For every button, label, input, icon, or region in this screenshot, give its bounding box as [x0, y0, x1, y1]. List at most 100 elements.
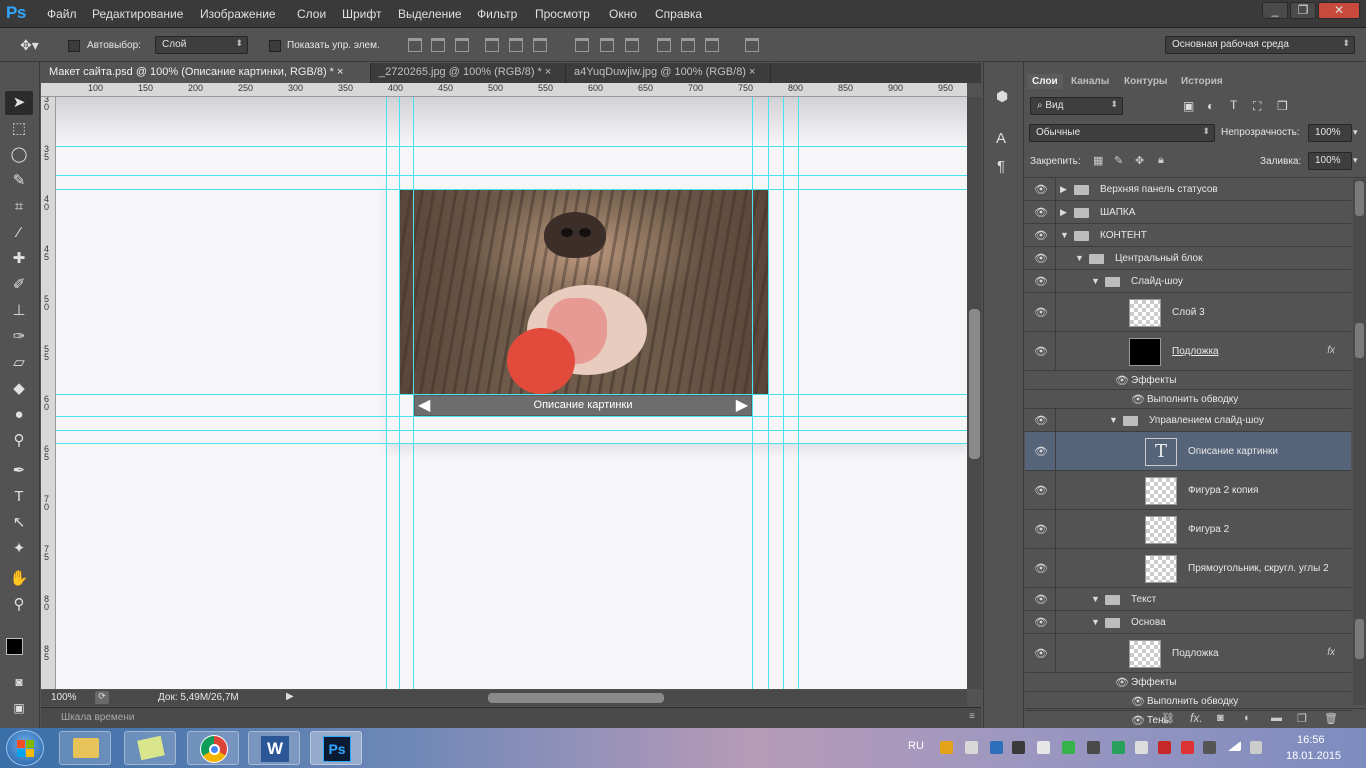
shape-tool-icon[interactable]: ✦ — [5, 537, 33, 561]
show-controls-checkbox[interactable] — [269, 40, 281, 52]
new-layer-icon[interactable]: ❐ — [1297, 712, 1307, 725]
eraser-tool-icon[interactable]: ▱ — [5, 351, 33, 375]
tray-security-icon[interactable] — [1112, 741, 1125, 754]
align-hcenter-icon[interactable] — [509, 38, 523, 52]
export-icon[interactable]: ⟳ — [95, 691, 109, 704]
hand-tool-icon[interactable]: ✋ — [5, 567, 33, 591]
close-icon[interactable]: × — [749, 66, 755, 78]
menu-type[interactable]: Шрифт — [342, 7, 381, 21]
scroll-thumb[interactable] — [1355, 323, 1364, 358]
eye-icon[interactable]: 👁︎ — [1034, 562, 1048, 575]
zoom-tool-icon[interactable]: ⚲ — [5, 593, 33, 617]
filter-pixel-icon[interactable]: ▣ — [1183, 99, 1194, 113]
blur-tool-icon[interactable]: ● — [5, 403, 33, 427]
volume-icon[interactable] — [1250, 741, 1262, 754]
layer-group-row[interactable]: 👁︎ ▼ Текст — [1025, 588, 1351, 611]
caption-bar[interactable]: ◀ Описание картинки ▶ — [414, 395, 752, 416]
effect-eye-icon[interactable]: 👁︎ — [1115, 374, 1129, 387]
filter-smart-icon[interactable]: ❐ — [1277, 99, 1288, 113]
tray-app-icon[interactable] — [965, 741, 978, 754]
eye-icon[interactable]: 👁︎ — [1034, 593, 1048, 606]
scroll-thumb[interactable] — [1355, 619, 1364, 659]
signal-icon[interactable] — [1228, 741, 1241, 751]
minimize-button[interactable]: _ — [1262, 2, 1288, 19]
opacity-input[interactable]: 100% — [1308, 124, 1352, 142]
eye-icon[interactable]: 👁︎ — [1034, 183, 1048, 196]
close-icon[interactable]: × — [545, 66, 551, 78]
tab-history[interactable]: История — [1176, 74, 1228, 89]
healing-tool-icon[interactable]: ✚ — [5, 247, 33, 271]
layer-group-row[interactable]: 👁︎ ▼ КОНТЕНТ — [1025, 224, 1351, 247]
taskbar-explorer[interactable] — [59, 731, 111, 765]
eye-icon[interactable]: 👁︎ — [1034, 445, 1048, 458]
taskbar-photoshop[interactable]: Ps — [310, 731, 362, 765]
align-vcenter-icon[interactable] — [431, 38, 445, 52]
layer-effect-row[interactable]: 👁︎ Эффекты — [1025, 673, 1351, 692]
eye-icon[interactable]: 👁︎ — [1034, 616, 1048, 629]
filter-shape-icon[interactable]: ⛶ — [1253, 99, 1261, 114]
layer-fx-icon[interactable]: fx — [1327, 647, 1335, 658]
clock-date[interactable]: 18.01.2015 — [1286, 750, 1341, 762]
zoom-level[interactable]: 100% — [51, 692, 77, 703]
scroll-thumb[interactable] — [488, 693, 664, 703]
brush-tool-icon[interactable]: ✐ — [5, 273, 33, 297]
type-tool-icon[interactable]: T — [5, 485, 33, 509]
distribute-bottom-icon[interactable] — [625, 38, 639, 52]
move-tool-icon[interactable]: ➤ — [5, 91, 33, 115]
layer-row[interactable]: 👁︎ T Описание картинки — [1025, 432, 1351, 471]
tab-a4yuq[interactable]: a4YuqDuwjiw.jpg @ 100% (RGB/8) × — [566, 63, 771, 83]
expand-triangle-icon[interactable]: ▶ — [1060, 207, 1067, 218]
distribute-top-icon[interactable] — [575, 38, 589, 52]
foreground-color-swatch[interactable] — [6, 638, 23, 655]
fill-arrow-icon[interactable]: ▾ — [1353, 155, 1358, 166]
marquee-tool-icon[interactable]: ⬚ — [5, 117, 33, 141]
tray-green-icon[interactable] — [1062, 741, 1075, 754]
layer-group-row[interactable]: 👁︎ ▼ Слайд-шоу — [1025, 270, 1351, 293]
taskbar-app[interactable] — [124, 731, 176, 765]
path-select-tool-icon[interactable]: ↖ — [5, 511, 33, 535]
eye-icon[interactable]: 👁︎ — [1034, 414, 1048, 427]
autoselect-checkbox[interactable] — [68, 40, 80, 52]
quick-select-tool-icon[interactable]: ✎ — [5, 169, 33, 193]
align-right-icon[interactable] — [533, 38, 547, 52]
eye-icon[interactable]: 👁︎ — [1034, 523, 1048, 536]
clock-time[interactable]: 16:56 — [1297, 734, 1325, 746]
tray-monitor-icon[interactable] — [1012, 741, 1025, 754]
layer-row[interactable]: 👁︎ Подложка fx — [1025, 634, 1351, 673]
layer-row[interactable]: 👁︎ Прямоугольник, скругл. углы 2 — [1025, 549, 1351, 588]
effect-eye-icon[interactable]: 👁︎ — [1131, 695, 1145, 708]
screen-mode-icon[interactable]: ▣ — [5, 696, 33, 720]
eye-icon[interactable]: 👁︎ — [1034, 275, 1048, 288]
tray-keyboard-icon[interactable] — [1037, 741, 1050, 754]
distribute-right-icon[interactable] — [705, 38, 719, 52]
expand-triangle-icon[interactable]: ▶ — [1060, 184, 1067, 195]
layer-group-row[interactable]: 👁︎ ▼ Основа — [1025, 611, 1351, 634]
paragraph-icon[interactable]: ¶ — [997, 158, 1005, 175]
layer-row[interactable]: 👁︎ Подложка fx — [1025, 332, 1351, 371]
align-bottom-icon[interactable] — [455, 38, 469, 52]
tray-flag-icon[interactable] — [1203, 741, 1216, 754]
adjustment-layer-icon[interactable]: ◐ — [1244, 712, 1251, 724]
tab-paths[interactable]: Контуры — [1119, 74, 1172, 89]
delete-layer-icon[interactable]: 🗑︎ — [1324, 712, 1338, 725]
collapse-triangle-icon[interactable]: ▼ — [1091, 617, 1100, 627]
tray-ati-icon[interactable] — [1158, 741, 1171, 754]
layer-row[interactable]: 👁︎ Фигура 2 — [1025, 510, 1351, 549]
menu-file[interactable]: Файл — [47, 7, 77, 21]
add-mask-icon[interactable]: ◙ — [1217, 712, 1224, 724]
language-indicator[interactable]: RU — [908, 740, 924, 752]
lasso-tool-icon[interactable]: ◯ — [5, 143, 33, 167]
tab-layers[interactable]: Слои — [1027, 74, 1063, 89]
arrow-left-icon[interactable]: ◀ — [418, 396, 430, 415]
menu-help[interactable]: Справка — [655, 7, 702, 21]
menu-view[interactable]: Просмотр — [535, 7, 590, 21]
eye-icon[interactable]: 👁︎ — [1034, 345, 1048, 358]
collapse-triangle-icon[interactable]: ▼ — [1060, 230, 1069, 240]
eye-icon[interactable]: 👁︎ — [1034, 252, 1048, 265]
lock-transparency-icon[interactable]: ▦ — [1093, 154, 1103, 167]
tab-maket[interactable]: Макет сайта.psd @ 100% (Описание картинк… — [41, 63, 371, 83]
start-button[interactable] — [6, 730, 44, 766]
menu-filter[interactable]: Фильтр — [477, 7, 517, 21]
tray-red-icon[interactable] — [1181, 741, 1194, 754]
pen-tool-icon[interactable]: ✒ — [5, 459, 33, 483]
